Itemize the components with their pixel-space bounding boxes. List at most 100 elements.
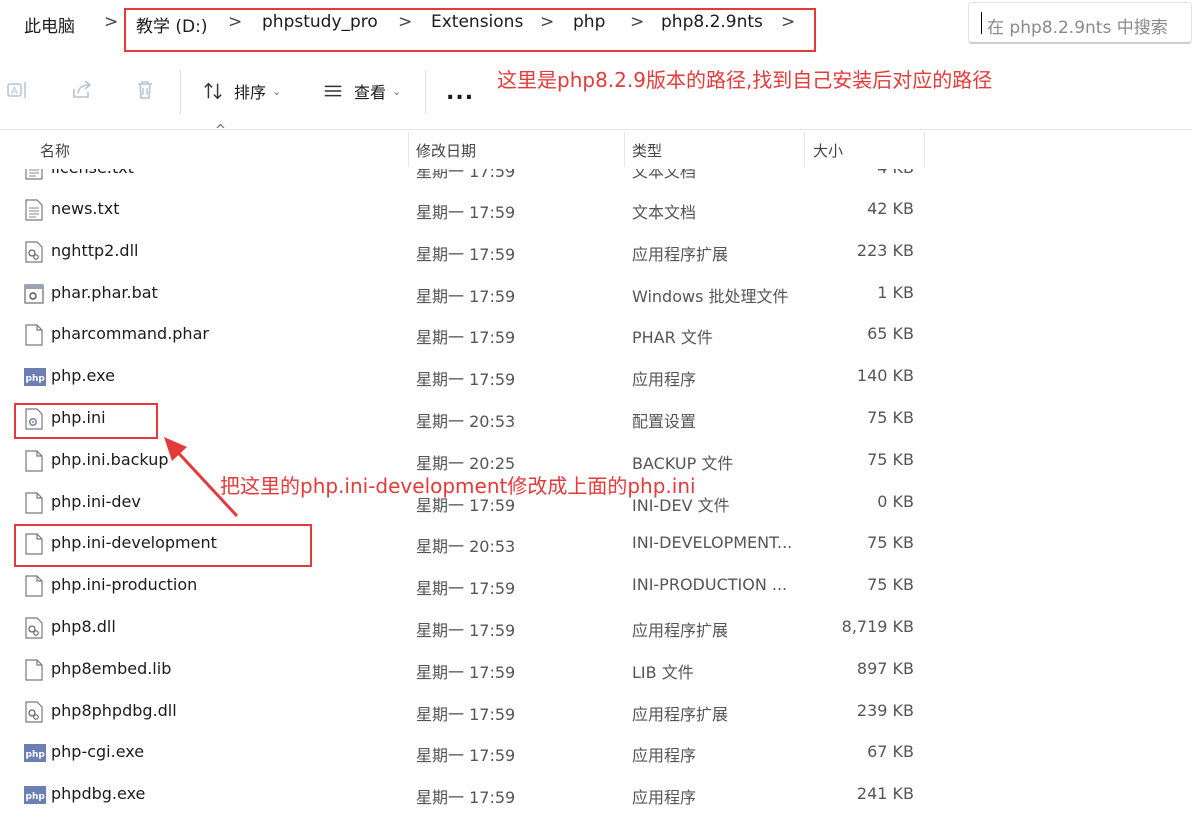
file-name: php-cgi.exe <box>51 742 145 762</box>
column-divider[interactable] <box>804 133 805 167</box>
delete-icon[interactable] <box>133 78 157 102</box>
column-type[interactable]: 类型 <box>632 140 662 161</box>
file-name: php8phpdbg.dll <box>51 700 177 720</box>
file-row[interactable]: news.txt 星期一 17:59 文本文档 42 KB <box>0 189 1192 231</box>
more-options-button[interactable]: ... <box>446 80 474 105</box>
file-date: 星期一 17:59 <box>416 621 516 640</box>
toolbar-divider <box>425 70 426 114</box>
text-caret <box>981 12 982 34</box>
chevron-down-icon: ⌄ <box>272 84 282 98</box>
share-icon[interactable] <box>70 78 94 102</box>
file-icon <box>24 491 44 514</box>
sort-button[interactable]: 排序 ⌄ <box>202 78 281 104</box>
file-date: 星期一 17:59 <box>416 169 516 181</box>
text-file-icon <box>24 199 44 221</box>
svg-text:php: php <box>26 792 46 802</box>
file-type: 应用程序扩展 <box>632 621 729 640</box>
search-input[interactable]: 在 php8.2.9nts 中搜索 <box>968 2 1192 44</box>
file-type: PHAR 文件 <box>632 328 713 348</box>
php-exe-icon: php <box>24 742 46 764</box>
file-icon <box>24 324 44 346</box>
file-name: license.txt <box>51 169 134 177</box>
file-name: php8.dll <box>51 617 116 636</box>
file-date: 星期一 17:59 <box>416 203 516 222</box>
file-type: Windows 批处理文件 <box>632 286 789 306</box>
column-name[interactable]: 名称 <box>40 140 70 161</box>
file-size: 140 KB <box>856 366 914 386</box>
file-type: 应用程序扩展 <box>632 244 729 264</box>
rename-annotation: 把这里的php.ini-development修改成上面的php.ini <box>220 474 696 498</box>
file-row[interactable]: phar.phar.bat 星期一 17:59 Windows 批处理文件 1 KB <box>0 273 1192 315</box>
column-divider[interactable] <box>624 133 625 167</box>
file-size: 0 KB <box>877 491 914 511</box>
file-row[interactable]: php.ini 星期一 20:53 配置设置 75 KB <box>0 398 1192 440</box>
svg-text:A: A <box>11 86 18 97</box>
column-divider[interactable] <box>408 133 409 167</box>
php-exe-icon: php <box>24 366 46 388</box>
dll-file-icon <box>24 241 44 263</box>
chevron-down-icon: ⌄ <box>392 84 402 98</box>
file-name: php.ini-dev <box>51 491 141 511</box>
file-date: 星期一 17:59 <box>416 244 516 264</box>
toolbar-divider <box>180 70 181 114</box>
php-ini-development-highlight-box <box>14 524 312 567</box>
breadcrumb-this-pc[interactable]: 此电脑 <box>24 12 75 37</box>
file-name: phpdbg.exe <box>51 784 146 804</box>
file-date: 星期一 17:59 <box>416 579 516 599</box>
column-size[interactable]: 大小 <box>813 140 843 161</box>
file-size: 897 KB <box>856 658 914 678</box>
file-date: 星期一 17:59 <box>416 370 516 390</box>
file-type: 应用程序扩展 <box>632 704 729 724</box>
file-size: 65 KB <box>867 324 914 344</box>
file-date: 星期一 17:59 <box>416 788 516 808</box>
file-size: 8,719 KB <box>841 617 914 636</box>
file-type: 文本文档 <box>632 169 697 181</box>
file-size: 75 KB <box>867 408 914 427</box>
view-button[interactable]: 查看 ⌄ <box>322 78 401 104</box>
file-row[interactable]: php8phpdbg.dll 星期一 17:59 应用程序扩展 239 KB <box>0 691 1192 733</box>
file-row[interactable]: php php.exe 星期一 17:59 应用程序 140 KB <box>0 356 1192 398</box>
svg-text:php: php <box>26 750 46 760</box>
file-name: phar.phar.bat <box>51 282 158 302</box>
file-date: 星期一 17:59 <box>416 328 516 348</box>
view-label: 查看 <box>354 83 387 102</box>
file-type: 应用程序 <box>632 788 697 808</box>
file-size: 239 KB <box>856 700 914 720</box>
file-size: 1 KB <box>877 282 914 302</box>
file-row[interactable]: php.ini-production 星期一 17:59 INI-PRODUCTIO… <box>0 565 1192 607</box>
sort-icon <box>204 82 222 100</box>
column-divider[interactable] <box>924 133 925 167</box>
file-row[interactable]: nghttp2.dll 星期一 17:59 应用程序扩展 223 KB <box>0 231 1192 273</box>
column-header: ^ 名称 修改日期 类型 大小 <box>0 123 1192 169</box>
column-date-modified[interactable]: 修改日期 <box>416 140 476 161</box>
dll-file-icon <box>24 617 44 639</box>
file-size: 241 KB <box>856 784 914 804</box>
file-name: php.ini-production <box>51 575 198 595</box>
svg-text:php: php <box>26 374 46 384</box>
file-name: nghttp2.dll <box>51 240 139 260</box>
file-name: pharcommand.phar <box>51 324 209 344</box>
text-file-icon <box>24 169 44 180</box>
file-row[interactable]: php8embed.lib 星期一 17:59 LIB 文件 897 KB <box>0 649 1192 691</box>
path-highlight-box <box>124 8 816 52</box>
file-row[interactable]: php php-cgi.exe 星期一 17:59 应用程序 67 KB <box>0 732 1192 774</box>
breadcrumb-separator-icon[interactable]: > <box>104 12 118 32</box>
file-row[interactable]: php8.dll 星期一 17:59 应用程序扩展 8,719 KB <box>0 607 1192 649</box>
file-date: 星期一 17:59 <box>416 704 516 724</box>
file-name: php8embed.lib <box>51 658 172 678</box>
file-type: 文本文档 <box>632 203 697 222</box>
php-ini-highlight-box <box>14 403 158 439</box>
file-row[interactable]: pharcommand.phar 星期一 17:59 PHAR 文件 65 KB <box>0 314 1192 356</box>
sort-ascending-icon: ^ <box>215 123 226 138</box>
file-size: 4 KB <box>877 169 914 177</box>
file-size: 223 KB <box>856 240 914 260</box>
batch-file-icon <box>24 283 44 305</box>
sort-label: 排序 <box>234 83 267 102</box>
file-date: 星期一 20:53 <box>416 412 516 431</box>
file-row-partial[interactable]: license.txt 星期一 17:59 文本文档 4 KB <box>0 169 1192 190</box>
file-row[interactable]: php phpdbg.exe 星期一 17:59 应用程序 241 KB <box>0 774 1192 814</box>
dll-file-icon <box>24 700 44 723</box>
rename-icon[interactable]: A <box>6 78 30 102</box>
file-date: 星期一 17:59 <box>416 286 516 306</box>
view-icon <box>324 85 342 97</box>
